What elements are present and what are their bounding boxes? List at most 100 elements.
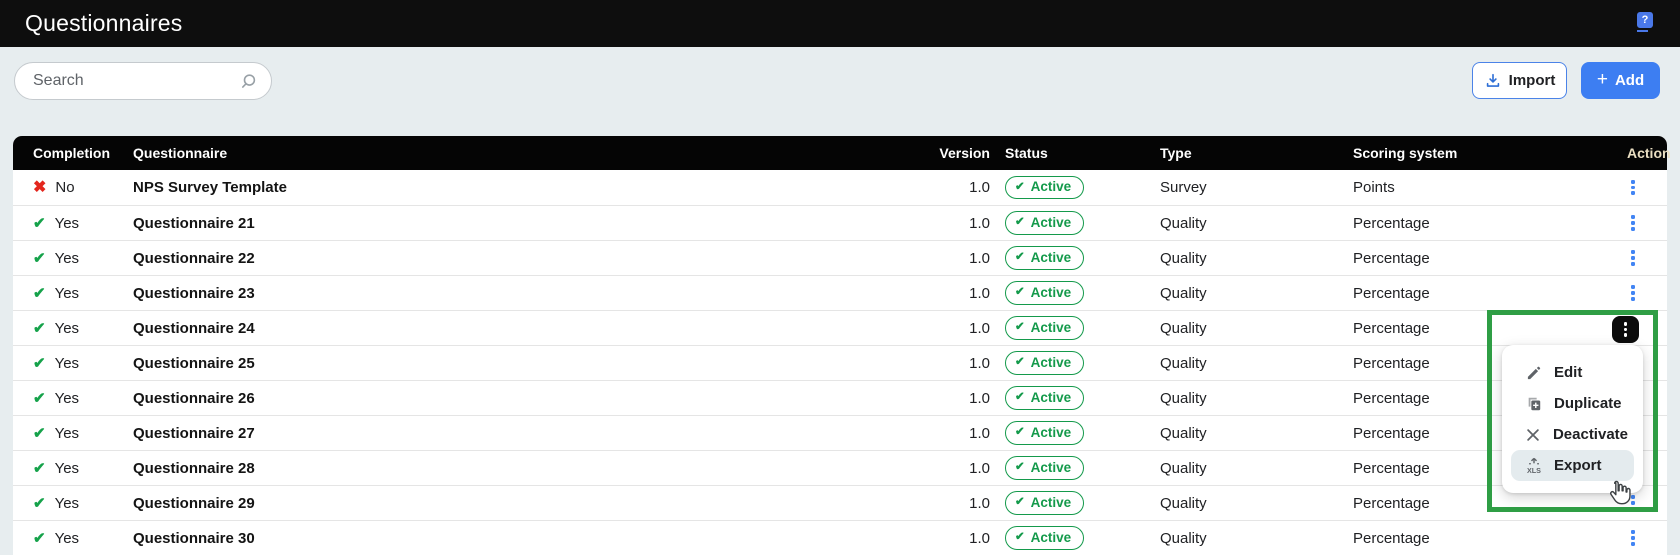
active-row-actions-button[interactable] [1612, 316, 1639, 343]
version-value: 1.0 [833, 390, 990, 407]
import-button-label: Import [1509, 72, 1556, 89]
row-actions-menu-icon[interactable] [1631, 215, 1635, 230]
menu-item-export[interactable]: XLS Export [1511, 450, 1634, 481]
kebab-menu-icon [1624, 322, 1627, 337]
help-icon[interactable]: ? [1637, 12, 1653, 28]
status-badge: ✔ Active [1005, 281, 1084, 304]
svg-text:XLS: XLS [1527, 465, 1541, 474]
status-cell: ✔ Active [990, 421, 1160, 444]
status-badge-label: Active [1031, 530, 1072, 546]
table-row: ✔ ✖ Yes Questionnaire 28 1.0 ✔ Active Qu… [13, 450, 1667, 485]
menu-item-label: Duplicate [1554, 395, 1622, 412]
table-row: ✔ ✖ Yes Questionnaire 29 1.0 ✔ Active Qu… [13, 485, 1667, 520]
check-icon: ✔ [33, 286, 46, 301]
check-icon: ✔ [33, 391, 46, 406]
status-badge-label: Active [1031, 320, 1072, 336]
version-value: 1.0 [833, 285, 990, 302]
version-value: 1.0 [833, 460, 990, 477]
status-cell: ✔ Active [990, 351, 1160, 374]
row-actions-menu-icon[interactable] [1631, 180, 1635, 195]
top-bar: Questionnaires ? [0, 0, 1680, 47]
badge-check-icon: ✔ [1015, 287, 1025, 299]
completion-cell: ✔ ✖ Yes [33, 320, 133, 337]
table-row: ✔ ✖ Yes Questionnaire 27 1.0 ✔ Active Qu… [13, 415, 1667, 450]
completion-label: No [55, 179, 74, 196]
completion-cell: ✔ ✖ Yes [33, 215, 133, 232]
action-cell [1627, 530, 1667, 545]
questionnaire-name: Questionnaire 26 [133, 390, 833, 407]
questionnaire-name: Questionnaire 30 [133, 530, 833, 547]
scoring-value: Percentage [1353, 495, 1627, 512]
status-cell: ✔ Active [990, 211, 1160, 234]
x-icon: ✖ [33, 180, 46, 196]
completion-label: Yes [55, 285, 79, 302]
menu-item-edit[interactable]: Edit [1511, 357, 1634, 388]
menu-item-deactivate[interactable]: Deactivate [1511, 419, 1634, 450]
questionnaire-name: Questionnaire 22 [133, 250, 833, 267]
badge-check-icon: ✔ [1015, 462, 1025, 474]
status-badge-label: Active [1031, 250, 1072, 266]
column-header-completion: Completion [33, 145, 133, 161]
add-button-label: Add [1615, 72, 1644, 89]
check-icon: ✔ [33, 216, 46, 231]
completion-cell: ✔ ✖ Yes [33, 250, 133, 267]
questionnaire-name: Questionnaire 27 [133, 425, 833, 442]
column-header-action: Action [1627, 145, 1680, 161]
row-actions-menu-icon[interactable] [1631, 495, 1635, 510]
status-badge-label: Active [1031, 285, 1072, 301]
search-input[interactable] [33, 72, 239, 90]
table-row: ✔ ✖ Yes Questionnaire 23 1.0 ✔ Active Qu… [13, 275, 1667, 310]
scoring-value: Percentage [1353, 530, 1627, 547]
menu-item-duplicate[interactable]: Duplicate [1511, 388, 1634, 419]
plus-icon: + [1597, 70, 1608, 89]
status-badge: ✔ Active [1005, 421, 1084, 444]
badge-check-icon: ✔ [1015, 532, 1025, 544]
badge-check-icon: ✔ [1015, 427, 1025, 439]
row-actions-menu-icon[interactable] [1631, 530, 1635, 545]
completion-label: Yes [55, 460, 79, 477]
completion-label: Yes [55, 215, 79, 232]
row-actions-menu-icon[interactable] [1631, 285, 1635, 300]
add-button[interactable]: + Add [1581, 62, 1660, 99]
questionnaire-name: Questionnaire 21 [133, 215, 833, 232]
import-button[interactable]: Import [1472, 62, 1567, 99]
completion-label: Yes [55, 390, 79, 407]
badge-check-icon: ✔ [1015, 182, 1025, 194]
table-body: ✔ ✖ No NPS Survey Template 1.0 ✔ Active … [13, 170, 1667, 555]
status-cell: ✔ Active [990, 526, 1160, 549]
completion-cell: ✔ ✖ Yes [33, 355, 133, 372]
column-header-status: Status [990, 145, 1160, 161]
column-header-type: Type [1160, 145, 1353, 161]
version-value: 1.0 [833, 250, 990, 267]
badge-check-icon: ✔ [1015, 217, 1025, 229]
table-header-row: Completion Questionnaire Version Status … [13, 136, 1667, 170]
check-icon: ✔ [33, 496, 46, 511]
duplicate-icon [1525, 396, 1543, 412]
type-value: Quality [1160, 285, 1353, 302]
column-header-questionnaire: Questionnaire [133, 145, 833, 161]
row-actions-menu-icon[interactable] [1631, 250, 1635, 265]
status-badge: ✔ Active [1005, 526, 1084, 549]
completion-label: Yes [55, 320, 79, 337]
type-value: Quality [1160, 425, 1353, 442]
status-badge: ✔ Active [1005, 246, 1084, 269]
status-badge: ✔ Active [1005, 351, 1084, 374]
table-row: ✔ ✖ No NPS Survey Template 1.0 ✔ Active … [13, 170, 1667, 205]
type-value: Survey [1160, 179, 1353, 196]
completion-cell: ✔ ✖ Yes [33, 495, 133, 512]
questionnaire-name: Questionnaire 24 [133, 320, 833, 337]
type-value: Quality [1160, 215, 1353, 232]
scoring-value: Percentage [1353, 250, 1627, 267]
search-box[interactable] [14, 62, 272, 100]
completion-cell: ✔ ✖ Yes [33, 425, 133, 442]
version-value: 1.0 [833, 179, 990, 196]
status-cell: ✔ Active [990, 386, 1160, 409]
questionnaire-name: Questionnaire 23 [133, 285, 833, 302]
type-value: Quality [1160, 495, 1353, 512]
status-badge-label: Active [1031, 495, 1072, 511]
column-header-scoring-system: Scoring system [1353, 145, 1627, 161]
type-value: Quality [1160, 530, 1353, 547]
status-badge: ✔ Active [1005, 176, 1084, 199]
status-cell: ✔ Active [990, 281, 1160, 304]
version-value: 1.0 [833, 215, 990, 232]
